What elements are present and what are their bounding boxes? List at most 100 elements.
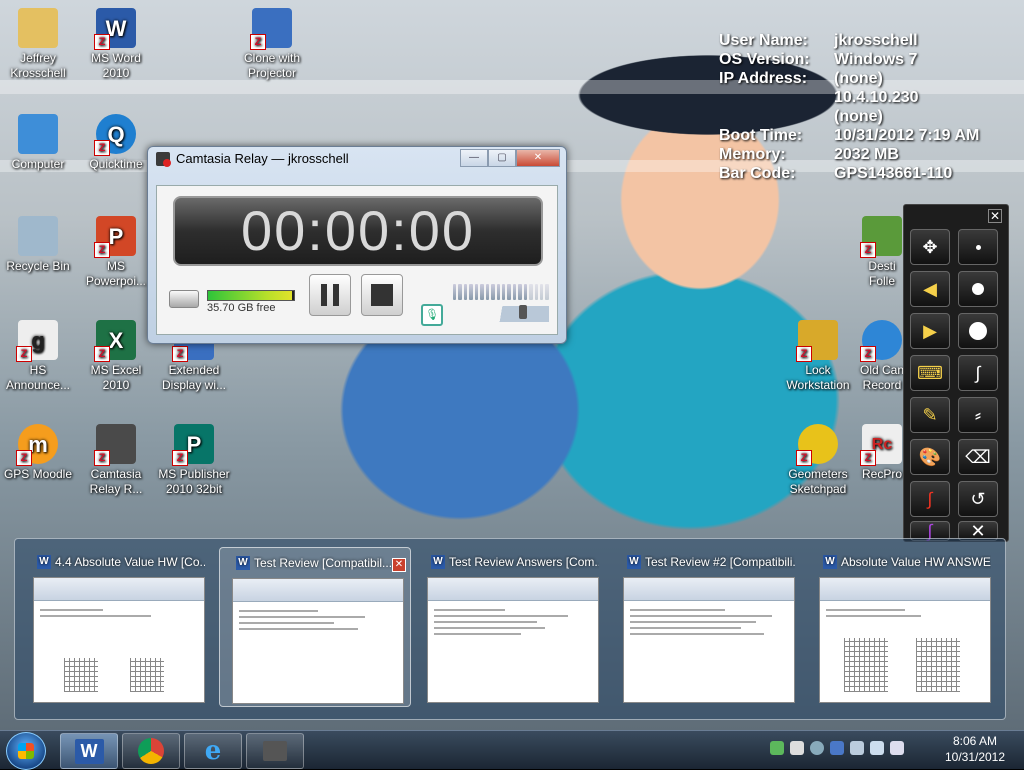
- desktop-icon-ms-word[interactable]: WZ MS Word 2010: [78, 8, 154, 81]
- sysinfo-row: (none): [834, 108, 883, 125]
- pen-pointer-icon[interactable]: ✎: [910, 397, 950, 433]
- quicktime-icon: QZ: [94, 114, 136, 156]
- recpro-icon: Rc Z: [860, 424, 902, 466]
- desktop-icon-hs-announce[interactable]: gZ HS Announce...: [0, 320, 76, 393]
- thumbnail-preview: [623, 577, 795, 703]
- desktop-icon-powerpoint[interactable]: PZ MS Powerpoi...: [78, 216, 154, 289]
- audio-level-segment: [518, 284, 522, 300]
- desktop-icon-gps-moodle[interactable]: mZ GPS Moodle: [0, 424, 76, 482]
- window-controls: — ▢ ✕: [460, 149, 560, 167]
- audio-level-segment: [501, 284, 506, 300]
- taskbar-thumbnail-strip: W 4.4 Absolute Value HW [Co... W Test Revi…: [14, 538, 1006, 720]
- recording-timer: 00:00:00: [173, 196, 543, 266]
- eraser-icon[interactable]: ⌫: [958, 439, 998, 475]
- audio-level-segment: [480, 284, 484, 300]
- desktop-icon-lock-workstation[interactable]: Z Lock Workstation: [780, 320, 856, 393]
- arrow-right-icon[interactable]: ▶: [910, 313, 950, 349]
- thumbnail-window[interactable]: W Test Review [Compatibil... ✕: [219, 547, 411, 707]
- desktop-icon-quicktime[interactable]: QZ Quicktime: [78, 114, 154, 172]
- announcement-icon: gZ: [16, 320, 58, 362]
- thumbnail-window[interactable]: W Absolute Value HW ANSWE...: [807, 547, 997, 705]
- globe-icon: Z: [860, 320, 902, 362]
- volume-slider-handle[interactable]: [519, 305, 527, 319]
- camtasia-relay-window[interactable]: Camtasia Relay — jkrosschell — ▢ ✕ 00:00…: [147, 146, 567, 344]
- maximize-button[interactable]: ▢: [488, 149, 516, 167]
- dot-large-icon[interactable]: [958, 313, 998, 349]
- close-button[interactable]: ✕: [516, 149, 560, 167]
- minimize-button[interactable]: —: [460, 149, 488, 167]
- desktop-icon-excel[interactable]: XZ MS Excel 2010: [78, 320, 154, 393]
- keyboard-icon[interactable]: ⌨: [910, 355, 950, 391]
- sysinfo-row: 10.4.10.230: [834, 89, 919, 106]
- desktop-icon-destination-folder[interactable]: Z Desti Folle: [860, 216, 904, 289]
- window-title: Camtasia Relay — jkrosschell: [156, 151, 349, 167]
- volume-icon[interactable]: [890, 741, 904, 755]
- system-clock[interactable]: 8:06 AM 10/31/2012: [936, 733, 1014, 765]
- desktop-icon-clone-projector[interactable]: Z Clone with Projector: [234, 8, 310, 81]
- folder-sync-icon[interactable]: [790, 741, 804, 755]
- taskbar-button-chrome[interactable]: [122, 733, 180, 769]
- desktop-icon-recycle-bin[interactable]: Recycle Bin: [0, 216, 76, 274]
- internet-explorer-icon: e: [204, 736, 222, 766]
- undo-eraser-icon[interactable]: ↺: [958, 481, 998, 517]
- cursor-select-icon[interactable]: ✥: [910, 229, 950, 265]
- thumbnail-close-button[interactable]: ✕: [392, 558, 406, 572]
- arrow-left-icon[interactable]: ◀: [910, 271, 950, 307]
- pause-button[interactable]: [309, 274, 351, 316]
- sysinfo-row: OS Version: Windows 7: [719, 51, 918, 68]
- audio-level-segment: [540, 284, 544, 300]
- pen-stroke-icon[interactable]: ∫: [958, 355, 998, 391]
- audio-level-segment: [491, 284, 495, 300]
- thumbnail-preview: [427, 577, 599, 703]
- audio-level-segment: [545, 284, 549, 300]
- taskbar-button-camtasia-relay[interactable]: [246, 733, 304, 769]
- palette-icon[interactable]: 🎨: [910, 439, 950, 475]
- desktop-icon-camtasia-relay[interactable]: Z Camtasia Relay R...: [78, 424, 154, 497]
- close-icon[interactable]: ✕: [988, 209, 1002, 223]
- network-globe-icon[interactable]: [810, 741, 824, 755]
- audio-level-segment: [474, 284, 479, 300]
- thumbnail-window[interactable]: W Test Review #2 [Compatibili...: [611, 547, 801, 705]
- word-icon: W: [37, 555, 51, 569]
- dot-medium-icon[interactable]: [958, 271, 998, 307]
- security-icon[interactable]: [770, 741, 784, 755]
- thumbnail-title: W Absolute Value HW ANSWE...: [823, 555, 991, 569]
- thumbnail-window[interactable]: W Test Review Answers [Com...: [415, 547, 605, 705]
- desktop-icon-computer[interactable]: Computer: [0, 114, 76, 172]
- desktop-icon-user-folder[interactable]: Jeffrey Krosschell: [0, 8, 76, 81]
- stop-button[interactable]: [361, 274, 403, 316]
- audio-level-segment: [485, 284, 490, 300]
- user-folder-icon: [18, 8, 58, 48]
- audio-level-meter: [453, 284, 549, 300]
- audio-level-segment: [458, 284, 462, 300]
- bluetooth-icon[interactable]: [830, 741, 844, 755]
- red-pen-icon[interactable]: ∫: [910, 481, 950, 517]
- microphone-icon[interactable]: 🎙: [421, 304, 443, 326]
- sysinfo-row: Boot Time: 10/31/2012 7:19 AM: [719, 127, 980, 144]
- disk-free-label: 35.70 GB free: [207, 302, 276, 314]
- word-icon: WZ: [94, 8, 136, 50]
- thumbnail-window[interactable]: W 4.4 Absolute Value HW [Co...: [21, 547, 211, 705]
- dashed-stroke-icon[interactable]: ⸗: [958, 397, 998, 433]
- thumbnail-preview: [819, 577, 991, 703]
- sysinfo-row: Bar Code: GPS143661-110: [719, 165, 953, 182]
- dot-small-icon[interactable]: [958, 229, 998, 265]
- start-button[interactable]: [6, 732, 46, 770]
- chrome-icon: [138, 738, 164, 764]
- taskbar-button-internet-explorer[interactable]: e: [184, 733, 242, 769]
- desktop-icon-geometers-sketchpad[interactable]: Z Geometers Sketchpad: [780, 424, 856, 497]
- camtasia-icon: Z: [94, 424, 136, 466]
- network-icon[interactable]: [870, 741, 884, 755]
- excel-icon: XZ: [94, 320, 136, 362]
- moodle-icon: mZ: [16, 424, 58, 466]
- desktop-icon-publisher[interactable]: PZ MS Publisher 2010 32bit: [156, 424, 232, 497]
- taskbar-button-word[interactable]: W: [60, 733, 118, 769]
- display-clone-icon: Z: [250, 8, 292, 50]
- sketchpad-icon: Z: [796, 424, 838, 466]
- display-icon[interactable]: [850, 741, 864, 755]
- tree-folder-icon: Z: [860, 216, 902, 258]
- word-icon: W: [74, 738, 104, 764]
- camtasia-icon: [156, 151, 171, 167]
- volume-slider[interactable]: [453, 306, 549, 322]
- word-icon: W: [431, 555, 445, 569]
